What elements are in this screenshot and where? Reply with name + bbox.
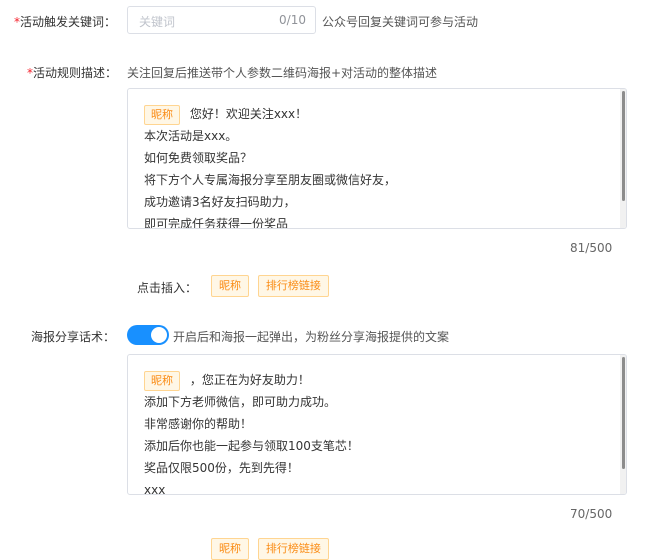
rules-line: 本次活动是xxx。 <box>144 129 238 143</box>
share-label: 海报分享话术： <box>31 330 116 344</box>
share-line: 非常感谢你的帮助！ <box>144 417 253 431</box>
share-text: 昵称 ，您正在为好友助力！ 添加下方老师微信，即可助力成功。 非常感谢你的帮助！… <box>144 369 612 495</box>
insert2-tags: 昵称 排行榜链接 <box>211 538 329 560</box>
rules-line: 即可完成任务获得一份奖品 <box>144 217 289 229</box>
share-line: 奖品仅限500份，先到先得！ <box>144 461 299 475</box>
share-textarea[interactable]: 昵称 ，您正在为好友助力！ 添加下方老师微信，即可助力成功。 非常感谢你的帮助！… <box>127 354 627 495</box>
share-first-line: 昵称 ，您正在为好友助力！ <box>144 369 612 391</box>
insert-rank-link-button[interactable]: 排行榜链接 <box>257 275 329 297</box>
nickname-tag: 昵称 <box>144 370 180 391</box>
keyword-label: *活动触发关键词： <box>14 15 117 29</box>
keyword-placeholder: 关键词 <box>139 15 176 29</box>
keyword-counter: 0/10 <box>279 13 306 27</box>
rules-textarea[interactable]: 昵称 您好！欢迎关注xxx！ 本次活动是xxx。 如何免费领取奖品？ 将下方个人… <box>127 88 627 229</box>
rules-line: 成功邀请3名好友扫码助力， <box>144 195 296 209</box>
insert-label: 点击插入： <box>137 281 198 295</box>
rules-line: 将下方个人专属海报分享至朋友圈或微信好友， <box>144 173 397 187</box>
share-line: 添加下方老师微信，即可助力成功。 <box>144 395 337 409</box>
rules-scrollbar[interactable] <box>620 89 626 228</box>
rules-counter: 81/500 <box>570 241 613 255</box>
insert-nickname-button[interactable]: 昵称 <box>211 275 249 297</box>
rules-first-line: 昵称 您好！欢迎关注xxx！ <box>144 103 612 125</box>
insert2-rank-link-button[interactable]: 排行榜链接 <box>257 538 329 560</box>
toggle-knob <box>151 327 167 343</box>
share-hint: 开启后和海报一起弹出，为粉丝分享海报提供的文案 <box>173 330 450 344</box>
keyword-input[interactable]: 关键词 0/10 <box>127 6 316 34</box>
share-scrollbar[interactable] <box>620 355 626 494</box>
rules-scrollbar-thumb[interactable] <box>622 91 625 201</box>
rules-line: 如何免费领取奖品？ <box>144 151 253 165</box>
share-counter: 70/500 <box>570 507 613 521</box>
keyword-hint: 公众号回复关键词可参与活动 <box>322 15 479 29</box>
insert-tags: 昵称 排行榜链接 <box>211 275 329 297</box>
rules-description: 关注回复后推送带个人参数二维码海报+对活动的整体描述 <box>127 66 438 80</box>
nickname-tag: 昵称 <box>144 104 180 125</box>
insert2-nickname-button[interactable]: 昵称 <box>211 538 249 560</box>
rules-label: *活动规则描述： <box>27 66 118 80</box>
share-toggle[interactable] <box>127 325 169 345</box>
share-line: 添加后你也能一起参与领取100支笔芯！ <box>144 439 359 453</box>
share-scrollbar-thumb[interactable] <box>622 357 625 469</box>
rules-text: 昵称 您好！欢迎关注xxx！ 本次活动是xxx。 如何免费领取奖品？ 将下方个人… <box>144 103 612 229</box>
share-line: xxx <box>144 483 166 495</box>
